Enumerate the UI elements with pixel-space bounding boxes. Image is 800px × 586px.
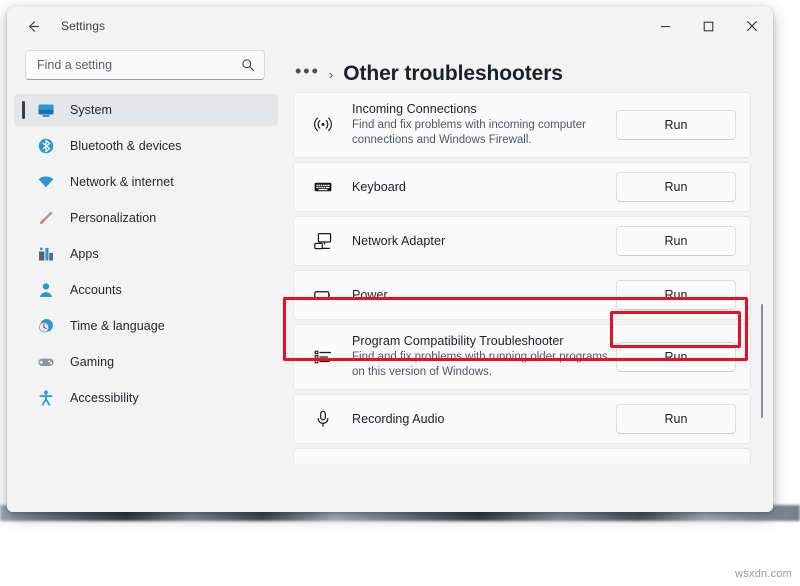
troubleshooter-row-network-adapter[interactable]: Network Adapter Run: [293, 216, 751, 266]
keyboard-icon: [310, 177, 336, 197]
run-button[interactable]: Run: [616, 110, 736, 140]
search-input[interactable]: Find a setting: [25, 50, 265, 80]
clock-globe-icon: [36, 316, 56, 336]
bluetooth-icon: [36, 136, 56, 156]
sidebar: Find a setting: [7, 46, 285, 512]
page-title: Other troubleshooters: [343, 62, 563, 86]
troubleshooter-name: Incoming Connections: [352, 102, 616, 116]
sidebar-item-gaming[interactable]: Gaming: [14, 346, 278, 378]
sidebar-item-label: Apps: [70, 247, 99, 261]
watermark: wsxdn.com: [735, 568, 792, 580]
troubleshooter-text: Power: [352, 288, 616, 302]
troubleshooter-text: Recording Audio: [352, 412, 616, 426]
window-body: Find a setting: [7, 46, 773, 512]
maximize-icon: [703, 21, 714, 32]
close-icon: [746, 20, 758, 32]
sidebar-item-label: Time & language: [70, 319, 165, 333]
troubleshooter-description: Find and fix problems with incoming comp…: [352, 118, 616, 148]
troubleshooter-name: Program Compatibility Troubleshooter: [352, 334, 616, 348]
sidebar-item-accessibility[interactable]: Accessibility: [14, 382, 278, 414]
sidebar-item-label: Gaming: [70, 355, 114, 369]
sidebar-item-accounts[interactable]: Accounts: [14, 274, 278, 306]
gamepad-icon: [36, 352, 56, 372]
minimize-button[interactable]: [644, 6, 687, 46]
troubleshooter-name: Recording Audio: [352, 412, 616, 426]
search-icon: [241, 58, 255, 72]
troubleshooter-text: Network Adapter: [352, 234, 616, 248]
sidebar-item-bluetooth-devices[interactable]: Bluetooth & devices: [14, 130, 278, 162]
sidebar-item-label: Accessibility: [70, 391, 139, 405]
chevron-right-icon: ›: [329, 67, 333, 82]
scrollbar-track[interactable]: [758, 138, 766, 510]
troubleshooter-row-power[interactable]: Power Run: [293, 270, 751, 320]
troubleshooter-row-partial[interactable]: [293, 448, 751, 464]
troubleshooter-row-keyboard[interactable]: Keyboard Run: [293, 162, 751, 212]
battery-icon: [310, 285, 336, 305]
minimize-icon: [660, 21, 671, 32]
troubleshooter-name: Power: [352, 288, 616, 302]
troubleshooter-description: Find and fix problems with running older…: [352, 350, 616, 380]
sidebar-item-label: Accounts: [70, 283, 122, 297]
wifi-icon: [36, 172, 56, 192]
scrollbar-thumb[interactable]: [761, 304, 763, 418]
list-icon: [310, 347, 336, 367]
microphone-icon: [310, 409, 336, 429]
maximize-button[interactable]: [687, 6, 730, 46]
search-placeholder: Find a setting: [37, 58, 241, 72]
troubleshooter-text: Incoming Connections Find and fix proble…: [352, 102, 616, 148]
apps-grid-icon: [36, 244, 56, 264]
monitor-icon: [36, 100, 56, 120]
accessibility-person-icon: [36, 388, 56, 408]
run-button[interactable]: Run: [616, 280, 736, 310]
troubleshooter-row-incoming-connections[interactable]: Incoming Connections Find and fix proble…: [293, 92, 751, 158]
troubleshooter-list: Incoming Connections Find and fix proble…: [285, 92, 773, 512]
back-arrow-icon: [25, 18, 42, 35]
close-button[interactable]: [730, 6, 773, 46]
window-controls: [644, 6, 773, 46]
troubleshooter-text: Program Compatibility Troubleshooter Fin…: [352, 334, 616, 380]
sidebar-nav-list: System Bluetooth & devices: [7, 94, 285, 414]
breadcrumb: ••• › Other troubleshooters: [285, 46, 773, 88]
paintbrush-icon: [36, 208, 56, 228]
sidebar-item-personalization[interactable]: Personalization: [14, 202, 278, 234]
breadcrumb-overflow-button[interactable]: •••: [295, 62, 320, 87]
run-button[interactable]: Run: [616, 172, 736, 202]
sidebar-item-system[interactable]: System: [14, 94, 278, 126]
person-icon: [36, 280, 56, 300]
broadcast-signal-icon: [310, 115, 336, 135]
sidebar-item-apps[interactable]: Apps: [14, 238, 278, 270]
back-button[interactable]: [17, 10, 49, 42]
sidebar-item-label: System: [70, 103, 112, 117]
settings-window: Settings Find a setting: [7, 6, 773, 512]
sidebar-item-network-internet[interactable]: Network & internet: [14, 166, 278, 198]
sidebar-item-label: Bluetooth & devices: [70, 139, 181, 153]
run-button[interactable]: Run: [616, 226, 736, 256]
sidebar-item-label: Network & internet: [70, 175, 174, 189]
main-pane: ••• › Other troubleshooters: [285, 46, 773, 512]
troubleshooter-name: Keyboard: [352, 180, 616, 194]
troubleshooter-name: Network Adapter: [352, 234, 616, 248]
troubleshooter-text: Keyboard: [352, 180, 616, 194]
sidebar-item-time-language[interactable]: Time & language: [14, 310, 278, 342]
run-button[interactable]: Run: [616, 404, 736, 434]
title-bar: Settings: [7, 6, 773, 46]
monitor-network-icon: [310, 231, 336, 251]
window-title: Settings: [61, 19, 105, 33]
run-button[interactable]: Run: [616, 342, 736, 372]
sidebar-item-label: Personalization: [70, 211, 156, 225]
troubleshooter-row-recording-audio[interactable]: Recording Audio Run: [293, 394, 751, 444]
troubleshooter-row-program-compatibility[interactable]: Program Compatibility Troubleshooter Fin…: [293, 324, 751, 390]
